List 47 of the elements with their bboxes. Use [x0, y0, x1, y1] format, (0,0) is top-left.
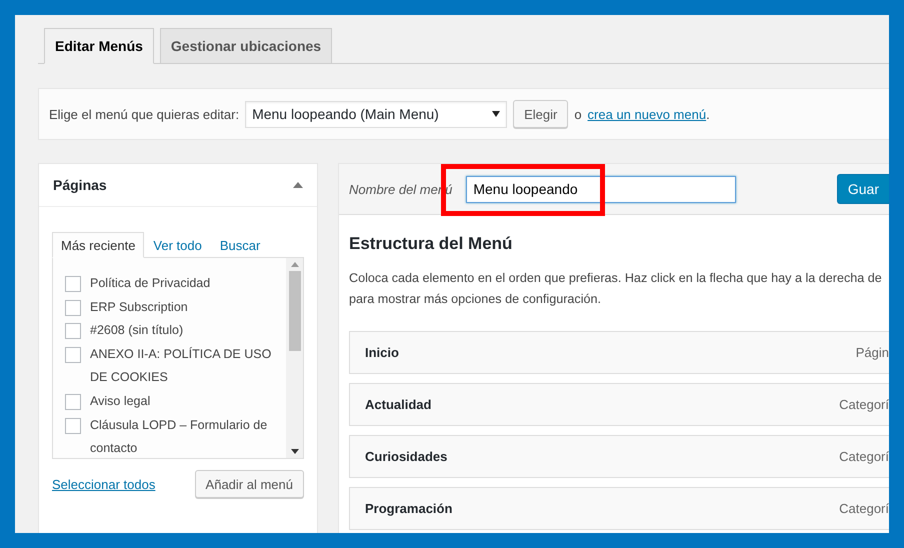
checkbox[interactable]	[65, 300, 81, 316]
menu-item-type: Categorí	[839, 449, 889, 464]
page-label: Cláusula LOPD – Formulario de contacto	[90, 416, 268, 458]
tab[interactable]: Editar Menús	[44, 28, 154, 64]
checkbox[interactable]	[65, 346, 81, 363]
page-label: ERP Subscription	[90, 298, 188, 316]
menu-select[interactable]: Menu loopeando (Main Menu)	[245, 100, 508, 128]
menu-item-title: Inicio	[365, 345, 399, 360]
instructions-text: Coloca cada elemento en el orden que prefieras. Haz click en la flecha que hay a la derecha de para mostrar más opciones de configuración.	[349, 270, 883, 308]
choose-button[interactable]: Elegir	[513, 100, 568, 128]
menu-item-title: Curiosidades	[365, 449, 448, 464]
menu-item-type: Categorí	[839, 501, 889, 516]
select-all-link[interactable]: Seleccionar todos	[52, 476, 156, 492]
page-label: #2608 (sin título)	[90, 322, 184, 340]
menu-item-type: Categorí	[839, 397, 889, 412]
section-heading: Estructura del Menú	[349, 234, 514, 254]
scroll-down-arrow-icon[interactable]	[290, 449, 298, 454]
create-menu-link[interactable]: crea un nuevo menú	[588, 106, 706, 122]
pages-tab[interactable]: Buscar	[210, 232, 270, 258]
scroll-up-arrow-icon[interactable]	[290, 262, 298, 267]
menu-item-bar[interactable]: Curiosidades Categorí	[349, 435, 889, 478]
menu-item-title: Actualidad	[365, 397, 432, 412]
save-button[interactable]: Guar	[836, 174, 889, 204]
menu-item-bar[interactable]: Actualidad Categorí	[349, 383, 889, 426]
page-label: Aviso legal	[90, 392, 150, 410]
or-text: o	[574, 106, 582, 122]
collapse-arrow-icon[interactable]	[293, 182, 303, 188]
page-label: ANEXO II-A: POLÍTICA DE USO DE COOKIES	[90, 346, 272, 386]
menu-name-field[interactable]: Menu loopeando	[466, 176, 736, 202]
panel-title: Páginas	[53, 177, 107, 193]
checkbox[interactable]	[65, 394, 81, 410]
menu-item-bar[interactable]: Inicio Págin	[349, 331, 889, 374]
menu-item-type: Págin	[856, 345, 889, 360]
tab[interactable]: Gestionar ubicaciones	[160, 28, 332, 64]
checkbox[interactable]	[65, 276, 81, 292]
page-label: Política de Privacidad	[90, 275, 210, 292]
scrollbar[interactable]	[286, 258, 303, 458]
pages-tab[interactable]: Más reciente	[52, 232, 144, 258]
menu-item-title: Programación	[365, 501, 452, 516]
pages-tab[interactable]: Ver todo	[144, 232, 211, 258]
checkbox[interactable]	[65, 323, 81, 340]
add-to-menu-button[interactable]: Añadir al menú	[194, 470, 304, 498]
period-text: .	[706, 106, 710, 122]
chooser-label: Elige el menú que quieras editar:	[49, 106, 240, 122]
caret-icon	[492, 111, 500, 117]
menu-item-bar[interactable]: Programación Categorí	[349, 487, 889, 530]
checkbox[interactable]	[65, 418, 81, 434]
